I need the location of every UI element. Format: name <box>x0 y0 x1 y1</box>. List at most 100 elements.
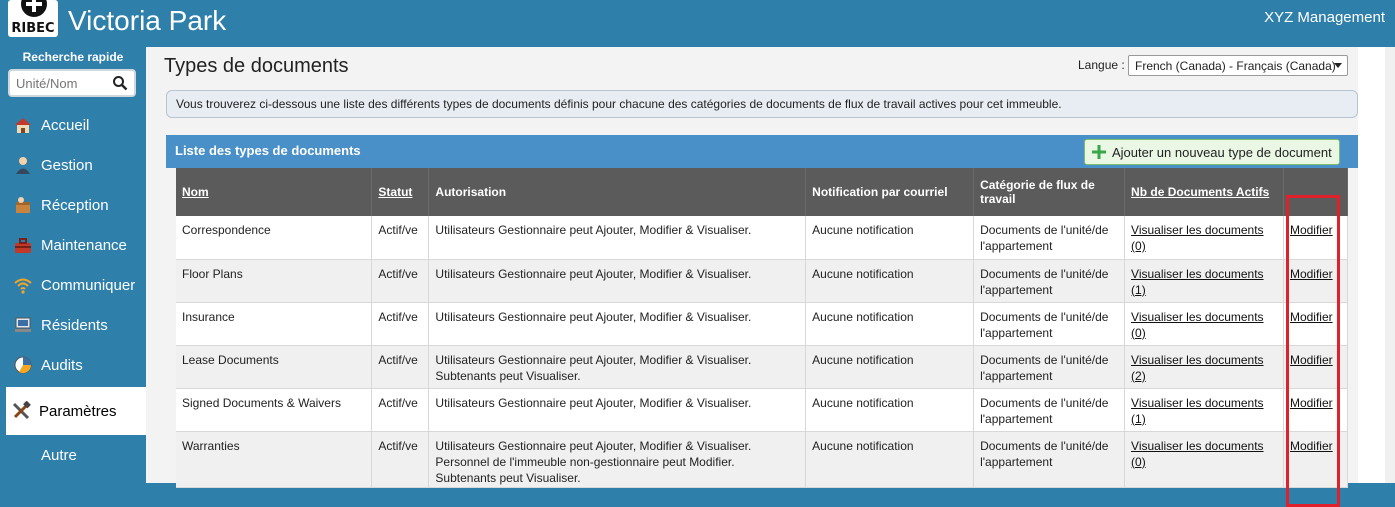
table-cell: Modifier <box>1283 345 1349 389</box>
table-row: Correspondence Actif/ve Utilisateurs Gesti… <box>176 216 1349 260</box>
table-cell: Documents de l'unité/de l'appartement <box>973 259 1126 303</box>
table-cell: Documents de l'unité/de l'appartement <box>973 302 1126 346</box>
table-cell: Signed Documents & Waivers <box>176 388 373 432</box>
quick-search-input[interactable] <box>10 71 110 95</box>
table-cell: Lease Documents <box>176 345 373 389</box>
computer-icon <box>12 314 34 336</box>
person-icon <box>12 154 34 176</box>
column-header-statut[interactable]: Statut <box>371 168 430 216</box>
sidebar-item-parametres[interactable]: Paramètres <box>6 387 146 435</box>
modifier-link[interactable]: Modifier <box>1290 223 1333 237</box>
sidebar-item-reception[interactable]: Réception <box>0 185 146 225</box>
pie-chart-icon <box>12 354 34 376</box>
company-name[interactable]: XYZ Management <box>1264 9 1385 26</box>
sidebar-item-label: Paramètres <box>39 402 117 420</box>
package-icon <box>12 194 34 216</box>
modifier-link[interactable]: Modifier <box>1290 439 1333 453</box>
sidebar-item-audits[interactable]: Audits <box>0 345 146 385</box>
cell-notification: Aucune notification <box>812 395 914 410</box>
table-cell: Utilisateurs Gestionnaire peut Ajouter, … <box>428 388 807 432</box>
table-cell: Utilisateurs Gestionnaire peut Ajouter, … <box>428 302 807 346</box>
cell-status: Actif/ve <box>378 309 418 324</box>
cell-notification: Aucune notification <box>812 266 914 281</box>
add-document-type-button[interactable]: Ajouter un nouveau type de document <box>1084 139 1340 165</box>
view-documents-link[interactable]: Visualiser les documents (0) <box>1131 223 1264 253</box>
table-row: Warranties Actif/ve Utilisateurs Gestionna… <box>176 431 1349 488</box>
modifier-link[interactable]: Modifier <box>1290 310 1333 324</box>
cell-authorization: Utilisateurs Gestionnaire peut Ajouter, … <box>435 438 752 485</box>
cell-status: Actif/ve <box>378 438 418 453</box>
table-cell: Aucune notification <box>805 216 975 260</box>
table-cell: Aucune notification <box>805 431 975 488</box>
table-cell: Warranties <box>176 431 373 488</box>
sidebar-item-label: Résidents <box>41 316 108 334</box>
view-documents-link[interactable]: Visualiser les documents (0) <box>1131 439 1264 469</box>
table-cell: Modifier <box>1283 388 1349 432</box>
table-cell: Actif/ve <box>371 259 430 303</box>
cell-category: Documents de l'unité/de l'appartement <box>980 438 1109 469</box>
modifier-link[interactable]: Modifier <box>1290 353 1333 367</box>
cell-status: Actif/ve <box>378 223 418 237</box>
table-cell: Aucune notification <box>805 259 975 303</box>
sidebar-item-communiquer[interactable]: Communiquer <box>0 265 146 305</box>
table-cell: Insurance <box>176 302 373 346</box>
sidebar-item-gestion[interactable]: Gestion <box>0 145 146 185</box>
table-row: Lease Documents Actif/ve Utilisateurs Gest… <box>176 345 1349 389</box>
chevron-down-icon <box>1334 63 1342 68</box>
view-documents-link[interactable]: Visualiser les documents (1) <box>1131 396 1264 426</box>
column-header-nom[interactable]: Nom <box>176 168 373 216</box>
cell-category: Documents de l'unité/de l'appartement <box>980 223 1109 253</box>
quick-search-label: Recherche rapide <box>22 50 124 64</box>
sidebar-item-maintenance[interactable]: Maintenance <box>0 225 146 265</box>
table-row: Insurance Actif/ve Utilisateurs Gestionnai… <box>176 302 1349 346</box>
cell-status: Actif/ve <box>378 266 418 281</box>
table-header-row: Nom Statut Autorisation Notification par… <box>176 168 1349 216</box>
view-documents-link[interactable]: Visualiser les documents (0) <box>1131 310 1264 340</box>
table-cell: Aucune notification <box>805 302 975 346</box>
table-cell: Actif/ve <box>371 302 430 346</box>
table-cell: Utilisateurs Gestionnaire peut Ajouter, … <box>428 345 807 389</box>
document-types-table: Nom Statut Autorisation Notification par… <box>176 168 1349 488</box>
table-cell: Modifier <box>1283 259 1349 303</box>
quick-search-box[interactable] <box>8 69 136 97</box>
table-cell: Actif/ve <box>371 345 430 389</box>
cell-category: Documents de l'unité/de l'appartement <box>980 266 1109 297</box>
table-cell: Actif/ve <box>371 388 430 432</box>
top-bar: RIBEC Victoria Park XYZ Management <box>0 0 1395 47</box>
table-cell: Visualiser les documents (1) <box>1124 388 1284 432</box>
table-cell: Utilisateurs Gestionnaire peut Ajouter, … <box>428 259 807 303</box>
view-documents-link[interactable]: Visualiser les documents (2) <box>1131 353 1264 383</box>
cell-name: Correspondence <box>182 223 271 237</box>
table-row: Floor Plans Actif/ve Utilisateurs Gestionn… <box>176 259 1349 303</box>
modifier-link[interactable]: Modifier <box>1290 396 1333 410</box>
add-document-type-label: Ajouter un nouveau type de document <box>1112 144 1332 160</box>
column-header-autorisation: Autorisation <box>428 168 807 216</box>
sidebar-item-residents[interactable]: Résidents <box>0 305 146 345</box>
view-documents-link[interactable]: Visualiser les documents (1) <box>1131 267 1264 297</box>
search-icon[interactable] <box>112 75 128 91</box>
cell-notification: Aucune notification <box>812 309 914 324</box>
table-cell: Visualiser les documents (0) <box>1124 302 1284 346</box>
modifier-link[interactable]: Modifier <box>1290 267 1333 281</box>
cell-authorization: Utilisateurs Gestionnaire peut Ajouter, … <box>435 352 752 383</box>
table-cell: Actif/ve <box>371 431 430 488</box>
sidebar-item-label: Audits <box>41 356 83 374</box>
table-cell: Visualiser les documents (2) <box>1124 345 1284 389</box>
info-message: Vous trouverez ci-dessous une liste des … <box>166 90 1358 118</box>
vertical-scrollbar[interactable] <box>1385 47 1395 483</box>
app-title: Victoria Park <box>68 5 227 36</box>
column-header-nb-documents[interactable]: Nb de Documents Actifs <box>1124 168 1284 216</box>
sidebar: Recherche rapide Accueil Gestion Récepti… <box>0 47 146 483</box>
ribec-logo[interactable]: RIBEC <box>8 0 58 37</box>
cell-category: Documents de l'unité/de l'appartement <box>980 309 1109 340</box>
language-select[interactable]: French (Canada) - Français (Canada) <box>1128 55 1348 76</box>
cell-name: Signed Documents & Waivers <box>182 395 341 410</box>
column-header-notification: Notification par courriel <box>805 168 975 216</box>
sidebar-item-autre[interactable]: Autre <box>0 435 146 475</box>
cell-name: Insurance <box>182 309 235 324</box>
main-content: Types de documents Langue : French (Cana… <box>146 47 1395 507</box>
column-header-categorie: Catégorie de flux de travail <box>973 168 1126 216</box>
sidebar-item-accueil[interactable]: Accueil <box>0 105 146 145</box>
cell-category: Documents de l'unité/de l'appartement <box>980 395 1109 426</box>
table-row: Signed Documents & Waivers Actif/ve Utilis… <box>176 388 1349 432</box>
